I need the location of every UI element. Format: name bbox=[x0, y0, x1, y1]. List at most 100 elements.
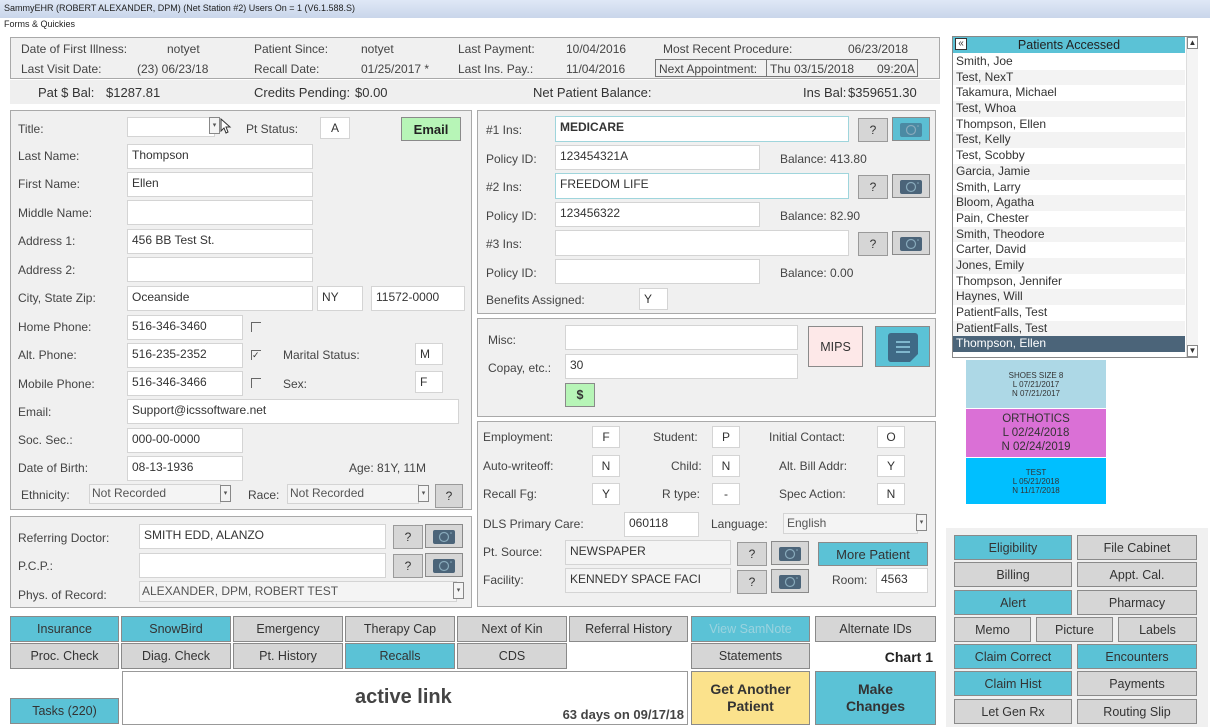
encounters-button[interactable]: Encounters bbox=[1077, 644, 1197, 669]
first-name-field[interactable]: Ellen bbox=[127, 172, 313, 197]
insurance-button[interactable]: Insurance bbox=[10, 616, 119, 642]
make-changes-button[interactable]: Make Changes bbox=[815, 671, 936, 725]
recall-card[interactable]: ORTHOTICS L 02/24/2018 N 02/24/2019 bbox=[966, 409, 1106, 457]
marital-field[interactable]: M bbox=[415, 343, 443, 365]
appt-cal-button[interactable]: Appt. Cal. bbox=[1077, 562, 1197, 587]
referring-doctor-field[interactable]: SMITH EDD, ALANZO bbox=[139, 524, 386, 549]
policy1-field[interactable]: 123454321A bbox=[555, 145, 760, 170]
get-another-patient-button[interactable]: Get Another Patient bbox=[691, 671, 810, 725]
payment-dollar-button[interactable]: $ bbox=[565, 383, 595, 407]
more-patient-button[interactable]: More Patient bbox=[818, 542, 928, 566]
next-of-kin-button[interactable]: Next of Kin bbox=[457, 616, 567, 642]
child-field[interactable]: N bbox=[712, 455, 740, 477]
file-cabinet-button[interactable]: File Cabinet bbox=[1077, 535, 1197, 560]
therapy-cap-button[interactable]: Therapy Cap bbox=[345, 616, 455, 642]
recall-card[interactable]: TEST L 05/21/2018 N 11/17/2018 bbox=[966, 458, 1106, 504]
home-phone-field[interactable]: 516-346-3460 bbox=[127, 315, 243, 340]
labels-button[interactable]: Labels bbox=[1118, 617, 1197, 642]
facility-field[interactable]: KENNEDY SPACE FACI bbox=[565, 568, 731, 593]
picture-button[interactable]: Picture bbox=[1036, 617, 1113, 642]
ins3-help-button[interactable]: ? bbox=[858, 232, 888, 256]
tasks-button[interactable]: Tasks (220) bbox=[10, 698, 119, 724]
patient-list-item[interactable]: Smith, Larry bbox=[953, 179, 1185, 196]
patient-list-item[interactable]: Smith, Theodore bbox=[953, 226, 1185, 243]
patient-list-item[interactable]: Test, Whoa bbox=[953, 101, 1185, 117]
routing-slip-button[interactable]: Routing Slip bbox=[1077, 699, 1197, 724]
view-samnote-button[interactable]: View SamNote bbox=[691, 616, 810, 642]
language-select[interactable]: English bbox=[783, 513, 918, 534]
diag-check-button[interactable]: Diag. Check bbox=[121, 643, 231, 669]
language-dropdown-arrow[interactable]: ▾ bbox=[916, 514, 927, 531]
patient-list-item[interactable]: PatientFalls, Test bbox=[953, 305, 1185, 321]
pharmacy-button[interactable]: Pharmacy bbox=[1077, 590, 1197, 615]
race-select[interactable]: Not Recorded bbox=[287, 484, 419, 504]
source-camera-button[interactable] bbox=[771, 541, 809, 565]
home-phone-checkbox[interactable] bbox=[251, 322, 261, 332]
title-dropdown-arrow[interactable]: ▾ bbox=[209, 117, 220, 134]
patient-list-item[interactable]: Garcia, Jamie bbox=[953, 163, 1185, 180]
snowbird-button[interactable]: SnowBird bbox=[121, 616, 231, 642]
benefits-field[interactable]: Y bbox=[639, 288, 668, 310]
scroll-down-icon[interactable]: ▼ bbox=[1187, 345, 1198, 357]
ins1-camera-button[interactable] bbox=[892, 117, 930, 141]
alert-button[interactable]: Alert bbox=[954, 590, 1072, 615]
email-button[interactable]: Email bbox=[401, 117, 461, 141]
alt-bill-field[interactable]: Y bbox=[877, 455, 905, 477]
patient-list-item[interactable]: Haynes, Will bbox=[953, 289, 1185, 305]
title-select[interactable] bbox=[127, 117, 215, 137]
let-gen-rx-button[interactable]: Let Gen Rx bbox=[954, 699, 1072, 724]
ins1-field[interactable]: MEDICARE bbox=[555, 116, 849, 142]
alternate-ids-button[interactable]: Alternate IDs bbox=[815, 616, 936, 642]
race-help-button[interactable]: ? bbox=[435, 484, 463, 508]
phys-of-record-dropdown-arrow[interactable]: ▾ bbox=[453, 582, 464, 599]
facility-camera-button[interactable] bbox=[771, 569, 809, 593]
claim-correct-button[interactable]: Claim Correct bbox=[954, 644, 1072, 669]
recalls-button[interactable]: Recalls bbox=[345, 643, 455, 669]
address1-field[interactable]: 456 BB Test St. bbox=[127, 229, 313, 254]
recall-fg-field[interactable]: Y bbox=[592, 483, 620, 505]
emergency-button[interactable]: Emergency bbox=[233, 616, 343, 642]
referring-doctor-help-button[interactable]: ? bbox=[393, 525, 423, 549]
alt-phone-field[interactable]: 516-235-2352 bbox=[127, 343, 243, 368]
referral-history-button[interactable]: Referral History bbox=[569, 616, 688, 642]
eligibility-button[interactable]: Eligibility bbox=[954, 535, 1072, 560]
memo-button[interactable]: Memo bbox=[954, 617, 1031, 642]
ins1-help-button[interactable]: ? bbox=[858, 118, 888, 142]
zip-field[interactable]: 11572-0000 bbox=[371, 286, 465, 311]
ins2-camera-button[interactable] bbox=[892, 174, 930, 198]
patient-list-item[interactable]: Test, NexT bbox=[953, 69, 1185, 86]
menu-forms-quickies[interactable]: Forms & Quickies bbox=[4, 19, 75, 29]
patient-list-item[interactable]: PatientFalls, Test bbox=[953, 320, 1185, 337]
cds-button[interactable]: CDS bbox=[457, 643, 567, 669]
active-link-box[interactable]: active link 63 days on 09/17/18 bbox=[122, 671, 688, 725]
state-field[interactable]: NY bbox=[317, 286, 363, 311]
student-field[interactable]: P bbox=[712, 426, 740, 448]
policy3-field[interactable] bbox=[555, 259, 760, 284]
initial-contact-field[interactable]: O bbox=[877, 426, 905, 448]
dob-field[interactable]: 08-13-1936 bbox=[127, 456, 243, 481]
pcp-camera-button[interactable] bbox=[425, 553, 463, 577]
ethnicity-dropdown-arrow[interactable]: ▾ bbox=[220, 485, 231, 502]
copay-field[interactable]: 30 bbox=[565, 354, 798, 379]
alt-phone-checkbox[interactable]: ✓ bbox=[251, 350, 261, 360]
city-field[interactable]: Oceanside bbox=[127, 286, 313, 311]
proc-check-button[interactable]: Proc. Check bbox=[10, 643, 119, 669]
billing-button[interactable]: Billing bbox=[954, 562, 1072, 587]
scroll-up-icon[interactable]: ▲ bbox=[1187, 37, 1198, 49]
ins3-camera-button[interactable] bbox=[892, 231, 930, 255]
patient-list-item[interactable]: Thompson, Ellen bbox=[953, 116, 1185, 133]
email-field[interactable]: Support@icssoftware.net bbox=[127, 399, 459, 424]
ethnicity-select[interactable]: Not Recorded bbox=[89, 484, 221, 504]
mobile-phone-field[interactable]: 516-346-3466 bbox=[127, 371, 243, 396]
address2-field[interactable] bbox=[127, 257, 313, 282]
ins2-field[interactable]: FREEDOM LIFE bbox=[555, 173, 849, 199]
dls-field[interactable]: 060118 bbox=[624, 512, 699, 537]
patient-list-item[interactable]: Smith, Joe bbox=[953, 54, 1185, 70]
payments-button[interactable]: Payments bbox=[1077, 671, 1197, 696]
employment-field[interactable]: F bbox=[592, 426, 620, 448]
sex-field[interactable]: F bbox=[415, 371, 443, 393]
middle-name-field[interactable] bbox=[127, 200, 313, 225]
pt-history-button[interactable]: Pt. History bbox=[233, 643, 343, 669]
patient-list-item[interactable]: Pain, Chester bbox=[953, 210, 1185, 227]
rtype-field[interactable]: - bbox=[712, 483, 740, 505]
